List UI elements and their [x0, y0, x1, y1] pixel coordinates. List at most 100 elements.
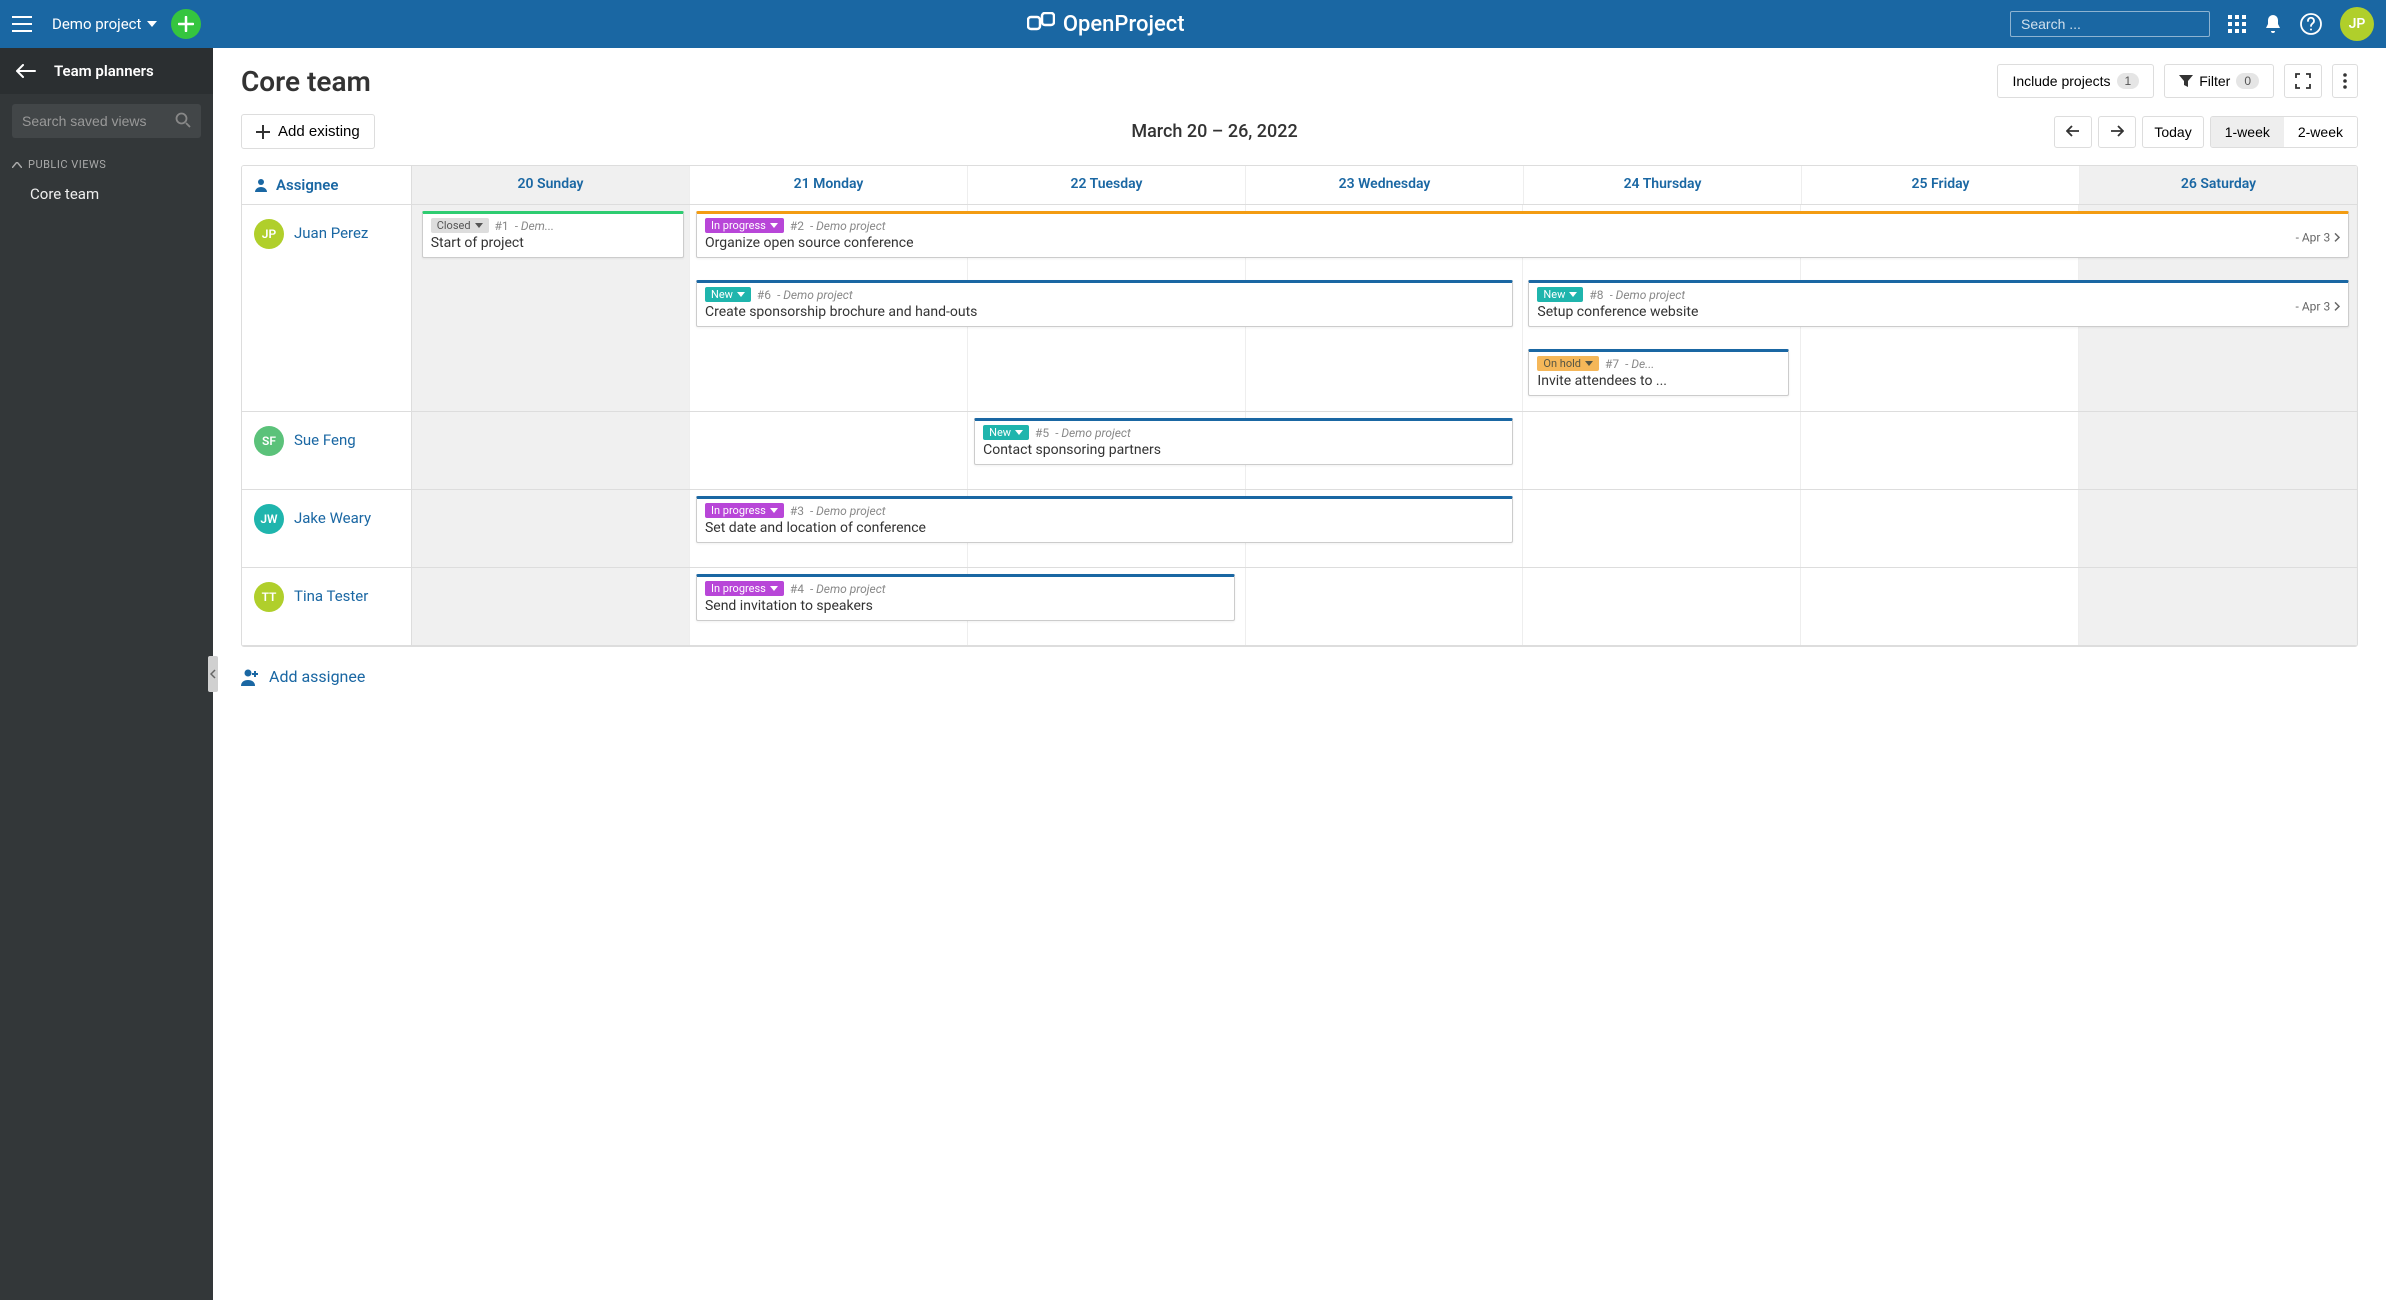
card-project: - Demo project: [810, 582, 886, 596]
day-header: 20 Sunday: [412, 166, 690, 204]
work-package-card[interactable]: New #8 - Demo project Setup conference web…: [1528, 280, 2349, 327]
card-title: Invite attendees to ...: [1537, 373, 1780, 389]
card-extends-indicator: - Apr 3: [2296, 299, 2341, 313]
sidebar-section-public-views[interactable]: PUBLIC VIEWS: [0, 148, 213, 175]
status-badge[interactable]: In progress: [705, 581, 784, 596]
caret-down-icon: [147, 21, 157, 27]
row-assignee[interactable]: JW Jake Weary: [242, 490, 412, 567]
project-name: Demo project: [52, 15, 141, 33]
filter-button[interactable]: Filter 0: [2164, 64, 2274, 98]
menu-icon[interactable]: [12, 16, 38, 32]
next-button[interactable]: [2098, 116, 2136, 148]
row-assignee[interactable]: JPJuan Perez: [242, 205, 412, 411]
plus-icon: [178, 16, 194, 32]
day-header: 23 Wednesday: [1246, 166, 1524, 204]
status-badge[interactable]: In progress: [705, 218, 784, 233]
logo[interactable]: OpenProject: [201, 12, 2010, 37]
card-title: Send invitation to speakers: [705, 598, 1226, 614]
project-selector[interactable]: Demo project: [52, 15, 157, 33]
include-projects-label: Include projects: [2012, 73, 2110, 89]
card-title: Setup conference website: [1537, 304, 2340, 320]
work-package-card[interactable]: New #6- Demo projectCreate sponsorship b…: [696, 280, 1513, 327]
card-extends-indicator: - Apr 3: [2296, 230, 2341, 244]
create-button[interactable]: [171, 9, 201, 39]
card-project: - Demo project: [810, 219, 886, 233]
one-week-button[interactable]: 1-week: [2211, 117, 2284, 147]
assignee-header: Assignee: [242, 166, 412, 204]
card-meta: In progress #2 - Demo project: [705, 218, 2340, 233]
card-id: #8: [1589, 288, 1603, 302]
assignee-header-label: Assignee: [276, 176, 338, 194]
add-assignee-button[interactable]: Add assignee: [213, 661, 2386, 706]
sidebar-back-label: Team planners: [54, 62, 154, 80]
apps-icon[interactable]: [2228, 15, 2246, 33]
more-menu-button[interactable]: [2332, 64, 2358, 98]
logo-icon: [1027, 12, 1055, 36]
status-badge[interactable]: New: [705, 287, 751, 302]
sidebar-item[interactable]: Core team: [0, 175, 213, 213]
cards-layer: New #5- Demo projectContact sponsoring p…: [412, 412, 2357, 489]
status-badge[interactable]: In progress: [705, 503, 784, 518]
card-id: #4: [790, 582, 804, 596]
card-meta: In progress #4 - Demo project: [705, 581, 1226, 596]
row-assignee[interactable]: TTTina Tester: [242, 568, 412, 645]
card-id: #6: [757, 288, 771, 302]
assignee-name: Juan Perez: [294, 224, 368, 242]
main-content: Core team Include projects 1 Filter 0: [213, 48, 2386, 1300]
row-days: New #5- Demo projectContact sponsoring p…: [412, 412, 2357, 489]
cards-layer: In progress #3- Demo projectSet date and…: [412, 490, 2357, 567]
sidebar-collapse-handle[interactable]: [208, 656, 218, 692]
assignee-name: Sue Feng: [294, 431, 356, 449]
bell-icon[interactable]: [2264, 14, 2282, 34]
row-days: Closed #1- Dem...Start of project In prog…: [412, 205, 2357, 411]
date-nav-group: Today 1-week 2-week: [2054, 116, 2358, 148]
status-badge[interactable]: New: [983, 425, 1029, 440]
sidebar-back[interactable]: Team planners: [0, 48, 213, 94]
topbar-left: Demo project: [12, 9, 201, 39]
two-week-button[interactable]: 2-week: [2284, 117, 2357, 147]
prev-button[interactable]: [2054, 116, 2092, 148]
work-package-card[interactable]: New #5- Demo projectContact sponsoring p…: [974, 418, 1513, 465]
card-id: #1: [495, 219, 509, 233]
card-project: - Demo project: [810, 504, 886, 518]
page-header: Core team Include projects 1 Filter 0: [213, 48, 2386, 106]
cards-layer: In progress #4 - Demo project Send invitat…: [412, 568, 2357, 645]
status-badge[interactable]: On hold: [1537, 356, 1599, 371]
today-button[interactable]: Today: [2142, 116, 2203, 148]
include-projects-button[interactable]: Include projects 1: [1997, 64, 2154, 98]
work-package-card[interactable]: On hold #7- De...Invite attendees to ...: [1528, 349, 1789, 396]
work-package-card[interactable]: Closed #1- Dem...Start of project: [422, 211, 685, 258]
topbar-right: JP: [2010, 7, 2374, 41]
work-package-card[interactable]: In progress #2- Demo projectOrganize ope…: [696, 211, 2349, 258]
card-meta: New #8 - Demo project: [1537, 287, 2340, 302]
add-existing-button[interactable]: Add existing: [241, 114, 375, 149]
cards-layer: Closed #1- Dem...Start of project In prog…: [412, 205, 2357, 411]
search-input[interactable]: [2021, 16, 2202, 32]
card-id: #2: [790, 219, 804, 233]
global-search[interactable]: [2010, 11, 2210, 37]
person-icon: [254, 178, 268, 192]
sidebar: Team planners PUBLIC VIEWS Core team: [0, 48, 213, 1300]
row-assignee[interactable]: SFSue Feng: [242, 412, 412, 489]
arrow-right-icon: [2110, 125, 2124, 137]
assignee-name: Jake Weary: [294, 509, 371, 527]
avatar-initials: JP: [2349, 16, 2366, 32]
fullscreen-icon: [2295, 73, 2311, 89]
status-badge[interactable]: New: [1537, 287, 1583, 302]
sidebar-section-label: PUBLIC VIEWS: [28, 158, 106, 171]
planner-row: JW Jake Weary In progress #3- Demo project…: [242, 490, 2357, 568]
user-avatar[interactable]: JP: [2340, 7, 2374, 41]
card-meta: In progress #3- Demo project: [705, 503, 1504, 518]
card-project: - Demo project: [1610, 288, 1686, 302]
sidebar-search-input[interactable]: [12, 104, 201, 138]
fullscreen-button[interactable]: [2284, 64, 2322, 98]
help-icon[interactable]: [2300, 13, 2322, 35]
card-project: - Demo project: [777, 288, 853, 302]
assignee-avatar: JW: [254, 504, 284, 534]
planner-row: JPJuan PerezClosed #1- Dem...Start of pr…: [242, 205, 2357, 412]
work-package-card[interactable]: In progress #3- Demo projectSet date and…: [696, 496, 1513, 543]
page-title: Core team: [241, 65, 371, 98]
work-package-card[interactable]: In progress #4 - Demo project Send invitat…: [696, 574, 1235, 621]
status-badge[interactable]: Closed: [431, 218, 489, 233]
plus-icon: [256, 125, 270, 139]
